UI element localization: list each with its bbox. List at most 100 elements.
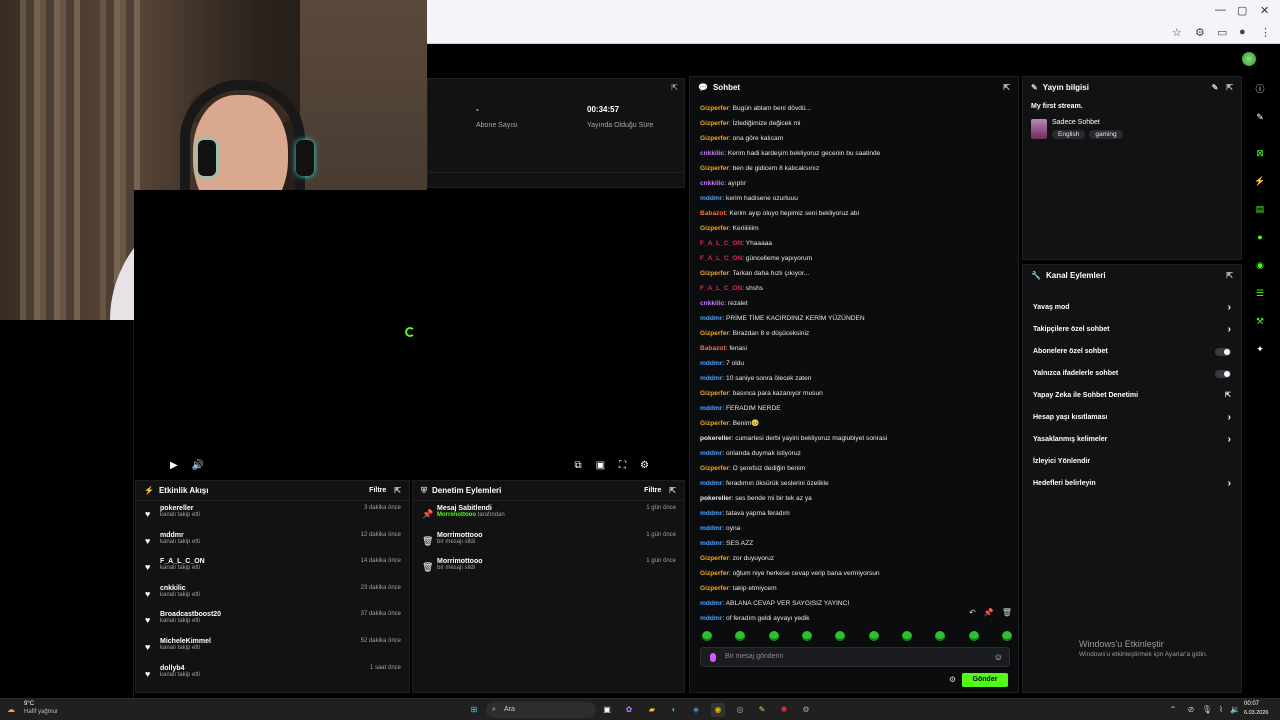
emote-icon[interactable] <box>735 631 746 641</box>
network-off-icon[interactable]: ⊘ <box>1184 703 1198 717</box>
chat-username[interactable]: Gizperfer <box>700 420 729 427</box>
emote-icon[interactable] <box>801 631 812 641</box>
chat-message[interactable]: mddmr: kerim hadisene ozurluuu <box>700 191 1012 206</box>
chat-username[interactable]: mddmr <box>700 525 722 532</box>
chat-username[interactable]: Gizperfer <box>700 570 729 577</box>
chat-message[interactable]: Gizperfer: ben de gidicem 8 kalıcaksınız <box>700 161 1012 176</box>
profile-icon[interactable]: ● <box>1239 26 1246 38</box>
chat-username[interactable]: mddmr <box>700 375 722 382</box>
reply-icon[interactable]: ↶ <box>969 608 976 617</box>
chat-username[interactable]: Gizperfer <box>700 585 729 592</box>
activity-item[interactable]: ♥ F_A_L_C_ON kanalı takip etti 14 dakika ön… <box>136 554 409 581</box>
clock-date[interactable]: 6.03.2026 <box>1244 710 1268 716</box>
broadcast-icon[interactable]: ◉ <box>1253 258 1267 272</box>
chat-message[interactable]: Gizperfer: takip etmiycem <box>700 581 1012 596</box>
edge-icon[interactable]: ◐ <box>667 703 681 717</box>
channel-action-row[interactable]: Yavaş mod › <box>1023 297 1241 319</box>
chat-username[interactable]: Gizperfer <box>700 330 729 337</box>
wifi-icon[interactable]: ⌇ <box>1214 703 1228 717</box>
moderation-filter-button[interactable]: Filtre <box>644 487 661 494</box>
popout-icon[interactable]: ⇱ <box>394 486 401 495</box>
chat-username[interactable]: Gizperfer <box>700 270 729 277</box>
moderation-item[interactable]: 🗑 Morrimottooo bir mesajı sildi 1 gün önce <box>413 528 684 555</box>
edit-icon[interactable]: ✎ <box>1212 83 1219 92</box>
chat-username[interactable]: Gizperfer <box>700 105 729 112</box>
chat-username[interactable]: mddmr <box>700 450 722 457</box>
toggle-switch[interactable] <box>1215 348 1231 356</box>
channel-action-row[interactable]: Hesap yaşı kısıtlaması › <box>1023 407 1241 429</box>
task-view-icon[interactable]: ▣ <box>600 703 614 717</box>
emote-icon[interactable] <box>868 631 879 641</box>
emote-icon[interactable] <box>1001 631 1012 641</box>
channel-action-row[interactable]: İzleyici Yönlendir <box>1023 451 1241 473</box>
chat-message[interactable]: F_A_L_C_ON: Yhaaaaa <box>700 236 1012 251</box>
activity-item[interactable]: ♥ MicheleKimmel kanalı takip etti 52 dakika… <box>136 634 409 661</box>
app-icon[interactable]: ✎ <box>755 703 769 717</box>
weather-icon[interactable]: ☁ <box>4 703 18 717</box>
chat-message[interactable]: mddmr: PRİME TİME KACIRDINIZ KERİM YÜZÜN… <box>700 311 1012 326</box>
theater-icon[interactable]: ▣ <box>596 460 605 471</box>
toggle-switch[interactable] <box>1215 370 1231 378</box>
chat-message[interactable]: mddmr: onlarıda duymak istiyoruz <box>700 446 1012 461</box>
chat-username[interactable]: mddmr <box>700 480 722 487</box>
activity-item[interactable]: ♥ Broadcastboost20 kanalı takip etti 37 dak… <box>136 607 409 634</box>
mic-icon[interactable] <box>710 653 716 662</box>
chat-message[interactable]: mddmr: feradımın öksürük seslerini özeli… <box>700 476 1012 491</box>
layers-icon[interactable]: ☰ <box>1253 286 1267 300</box>
chat-message[interactable]: cnkkilic: rezalet <box>700 296 1012 311</box>
send-button[interactable]: Gönder <box>962 673 1008 687</box>
popout-icon[interactable]: ⇱ <box>669 486 676 495</box>
chat-message[interactable]: F_A_L_C_ON: shshs <box>700 281 1012 296</box>
popout-icon[interactable]: ⇱ <box>1003 83 1010 92</box>
chat-message[interactable]: mddmr: tatava yapma feradım <box>700 506 1012 521</box>
taskbar-search[interactable]: ⌕ Ara <box>486 702 596 718</box>
popout-icon[interactable]: ⇱ <box>671 83 678 92</box>
chat-username[interactable]: cnkkilic <box>700 180 724 187</box>
channel-action-row[interactable]: Yalnızca ifadelerle sohbet <box>1023 363 1241 385</box>
channel-action-row[interactable]: Yapay Zeka ile Sohbet Denetimi ⇱ <box>1023 385 1241 407</box>
chat-username[interactable]: pokereller <box>700 495 732 502</box>
emote-icon[interactable] <box>768 631 779 641</box>
moderation-item[interactable]: 🗑 Morrimottooo bir mesajı sildi 1 gün önce <box>413 554 684 581</box>
chat-message[interactable]: mddmr: ABLANA CEVAP VER SAYGISIZ YAYINCI <box>700 596 1012 611</box>
chat-username[interactable]: Gizperfer <box>700 390 729 397</box>
delete-icon[interactable]: 🗑 <box>1002 608 1012 617</box>
activity-item[interactable]: ♥ cnkkilic kanalı takip etti 23 dakika önce <box>136 581 409 608</box>
tray-chevron-icon[interactable]: ⌃ <box>1166 703 1180 717</box>
chat-settings-icon[interactable]: ⚙ <box>949 675 956 684</box>
windows-start-icon[interactable]: ⊞ <box>467 703 481 717</box>
chat-message[interactable]: mddmr: FERADIM NERDE <box>700 401 1012 416</box>
emote-icon[interactable] <box>901 631 912 641</box>
chat-username[interactable]: Gizperfer <box>700 165 729 172</box>
mic-icon[interactable]: 🎙 <box>1200 703 1214 717</box>
close-icon[interactable]: ✕ <box>1260 4 1269 17</box>
chat-message[interactable]: mddmr: oyna <box>700 521 1012 536</box>
info-icon[interactable]: ⓘ <box>1253 82 1267 96</box>
chrome-icon[interactable]: ◉ <box>711 703 725 717</box>
chat-message[interactable]: Babazot: Kerim ayıp oluyo hepimiz seni b… <box>700 206 1012 221</box>
chat-username[interactable]: mddmr <box>700 360 722 367</box>
chat-message[interactable]: Gizperfer: Benim🥺 <box>700 416 1012 431</box>
chat-username[interactable]: Gizperfer <box>700 225 729 232</box>
emoji-icon[interactable]: ☺ <box>994 648 1003 666</box>
close-square-icon[interactable]: ⊠ <box>1253 146 1267 160</box>
copilot-icon[interactable]: ✿ <box>622 703 636 717</box>
split-view-icon[interactable]: ▭ <box>1217 26 1227 39</box>
chat-message[interactable]: Gizperfer: Bugün ablam beni dövdü... <box>700 101 1012 116</box>
chat-message[interactable]: pokereller: cumartesi derbi yayini bekli… <box>700 431 1012 446</box>
volume-icon[interactable]: 🔉 <box>1228 703 1242 717</box>
chat-username[interactable]: F_A_L_C_ON <box>700 255 742 262</box>
chat-username[interactable]: mddmr <box>700 315 722 322</box>
chat-message[interactable]: Babazot: fenasi <box>700 341 1012 356</box>
activity-filter-button[interactable]: Filtre <box>369 487 386 494</box>
fullscreen-icon[interactable]: ⛶ <box>619 460 626 471</box>
volume-icon[interactable]: 🔊 <box>192 460 204 471</box>
chat-username[interactable]: Babazot <box>700 345 726 352</box>
wrench-icon[interactable]: ⚒ <box>1253 314 1267 328</box>
emote-icon[interactable] <box>935 631 946 641</box>
channel-action-row[interactable]: Hedefleri belirleyin › <box>1023 473 1241 495</box>
document-icon[interactable]: ▤ <box>1253 202 1267 216</box>
chat-username[interactable]: Gizperfer <box>700 555 729 562</box>
file-explorer-icon[interactable]: ▰ <box>645 703 659 717</box>
chat-message[interactable]: Gizperfer: Birazdan 8 e düşüceksiniz <box>700 326 1012 341</box>
